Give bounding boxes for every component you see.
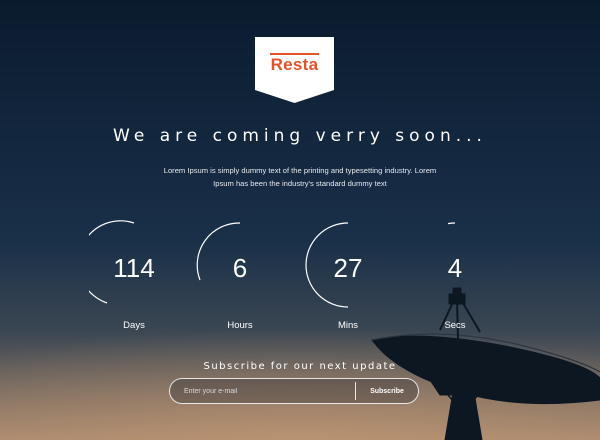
countdown-hours-value: 6 (232, 253, 248, 283)
countdown-mins-label: Mins (337, 320, 359, 331)
subscribe-button[interactable]: Subscribe (356, 379, 418, 403)
countdown-secs-value: 4 (447, 253, 463, 283)
countdown-mins: 27 Mins (303, 220, 393, 340)
countdown-days: 114 Days (89, 220, 179, 340)
logo-text: Resta (270, 55, 319, 74)
countdown-days-label: Days (123, 320, 145, 331)
page-description: Lorem Ipsum is simply dummy text of the … (163, 166, 437, 188)
countdown-days-value: 114 (113, 253, 155, 283)
countdown-mins-value: 27 (333, 253, 363, 283)
logo[interactable]: Resta (255, 37, 334, 103)
subscribe-form: Subscribe (169, 378, 419, 404)
countdown-secs-label: Secs (444, 320, 466, 331)
countdown-hours: 6 Hours (195, 220, 285, 340)
page-headline: We are coming verry soon... (113, 126, 487, 146)
email-input[interactable] (184, 379, 344, 403)
subscribe-title: Subscribe for our next update (203, 361, 397, 372)
countdown-hours-label: Hours (227, 320, 253, 331)
countdown-secs: 4 Secs (410, 220, 500, 340)
